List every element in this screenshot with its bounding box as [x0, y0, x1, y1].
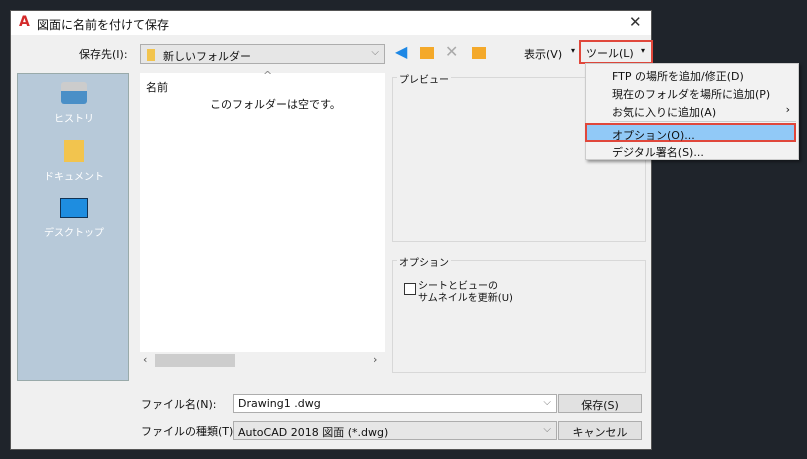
chevron-down-icon: ⌵	[371, 47, 379, 58]
menu-item-options[interactable]: オプション(O)...	[585, 123, 796, 142]
cancel-button[interactable]: キャンセル	[558, 421, 642, 440]
tools-dropdown-arrow-icon: ▾	[640, 46, 645, 55]
up-folder-icon[interactable]	[420, 47, 434, 59]
update-thumbnails-checkbox[interactable]	[404, 283, 416, 295]
documents-icon	[64, 140, 84, 162]
sidebar-item-label: デスクトップ	[44, 228, 104, 239]
save-in-dropdown[interactable]: 新しいフォルダー ⌵	[140, 44, 385, 64]
options-group: オプション シートとビューの サムネイルを更新(U)	[392, 254, 646, 373]
menu-separator	[610, 121, 796, 122]
tools-dropdown-menu: FTP の場所を追加/修正(D) 現在のフォルダを場所に追加(P) お気に入りに…	[585, 63, 799, 160]
sort-arrow-icon: ^	[263, 69, 273, 82]
column-header-name[interactable]: 名前	[146, 79, 168, 95]
view-dropdown-arrow-icon[interactable]: ▾	[571, 46, 575, 55]
history-icon	[61, 82, 87, 104]
chevron-down-icon[interactable]: ⌵	[543, 397, 551, 408]
save-button[interactable]: 保存(S)	[558, 394, 642, 413]
desktop-icon	[60, 198, 88, 218]
filename-label: ファイル名(N):	[141, 398, 217, 411]
menu-item-digital-signature[interactable]: デジタル署名(S)...	[586, 142, 798, 160]
title-bar: A 図面に名前を付けて保存 ✕	[11, 11, 651, 35]
filetype-value: AutoCAD 2018 図面 (*.dwg)	[238, 426, 389, 439]
tools-menu-button[interactable]: ツール(L) ▾	[579, 40, 653, 64]
back-arrow-icon[interactable]: ◀	[395, 42, 407, 61]
new-folder-icon[interactable]	[472, 47, 486, 59]
file-list[interactable]: ^ 名前 このフォルダーは空です。	[140, 69, 385, 369]
tools-label: ツール(L)	[586, 47, 634, 60]
view-menu-button[interactable]: 表示(V)	[524, 46, 562, 62]
filename-input[interactable]: Drawing1 .dwg ⌵	[233, 394, 557, 413]
close-button[interactable]: ✕	[629, 13, 642, 31]
update-thumbnails-label: シートとビューの サムネイルを更新(U)	[418, 281, 513, 304]
horizontal-scrollbar[interactable]: ‹ ›	[140, 352, 385, 369]
menu-item-add-current-folder[interactable]: 現在のフォルダを場所に追加(P)	[586, 84, 798, 102]
places-sidebar: ヒストリ ドキュメント デスクトップ	[17, 73, 129, 381]
scroll-left-icon[interactable]: ‹	[143, 353, 147, 366]
scroll-thumb[interactable]	[155, 354, 235, 367]
options-label: オプション	[397, 254, 451, 269]
autocad-logo-icon: A	[19, 14, 30, 30]
sidebar-item-history[interactable]: ヒストリ	[18, 82, 130, 125]
scroll-right-icon[interactable]: ›	[373, 353, 377, 366]
filetype-label: ファイルの種類(T):	[141, 425, 238, 438]
chevron-down-icon: ⌵	[543, 424, 551, 435]
save-drawing-dialog: A 図面に名前を付けて保存 ✕ 保存先(I): 新しいフォルダー ⌵ ◀ ✕ 表…	[10, 10, 653, 450]
empty-folder-message: このフォルダーは空です。	[210, 98, 341, 111]
sidebar-item-label: ヒストリ	[54, 114, 94, 125]
dialog-title: 図面に名前を付けて保存	[37, 18, 170, 32]
folder-icon	[147, 49, 155, 61]
filetype-dropdown[interactable]: AutoCAD 2018 図面 (*.dwg) ⌵	[233, 421, 557, 440]
sidebar-item-documents[interactable]: ドキュメント	[18, 140, 130, 183]
save-in-value: 新しいフォルダー	[163, 50, 251, 63]
delete-icon[interactable]: ✕	[445, 42, 458, 61]
menu-item-ftp[interactable]: FTP の場所を追加/修正(D)	[586, 66, 798, 84]
preview-label: プレビュー	[397, 71, 451, 86]
submenu-arrow-icon: ›	[785, 103, 790, 116]
filename-value: Drawing1 .dwg	[238, 397, 321, 410]
save-in-label: 保存先(I):	[79, 48, 128, 61]
menu-item-add-favorites[interactable]: お気に入りに追加(A) ›	[586, 102, 798, 120]
sidebar-item-desktop[interactable]: デスクトップ	[18, 198, 130, 239]
sidebar-item-label: ドキュメント	[44, 172, 104, 183]
